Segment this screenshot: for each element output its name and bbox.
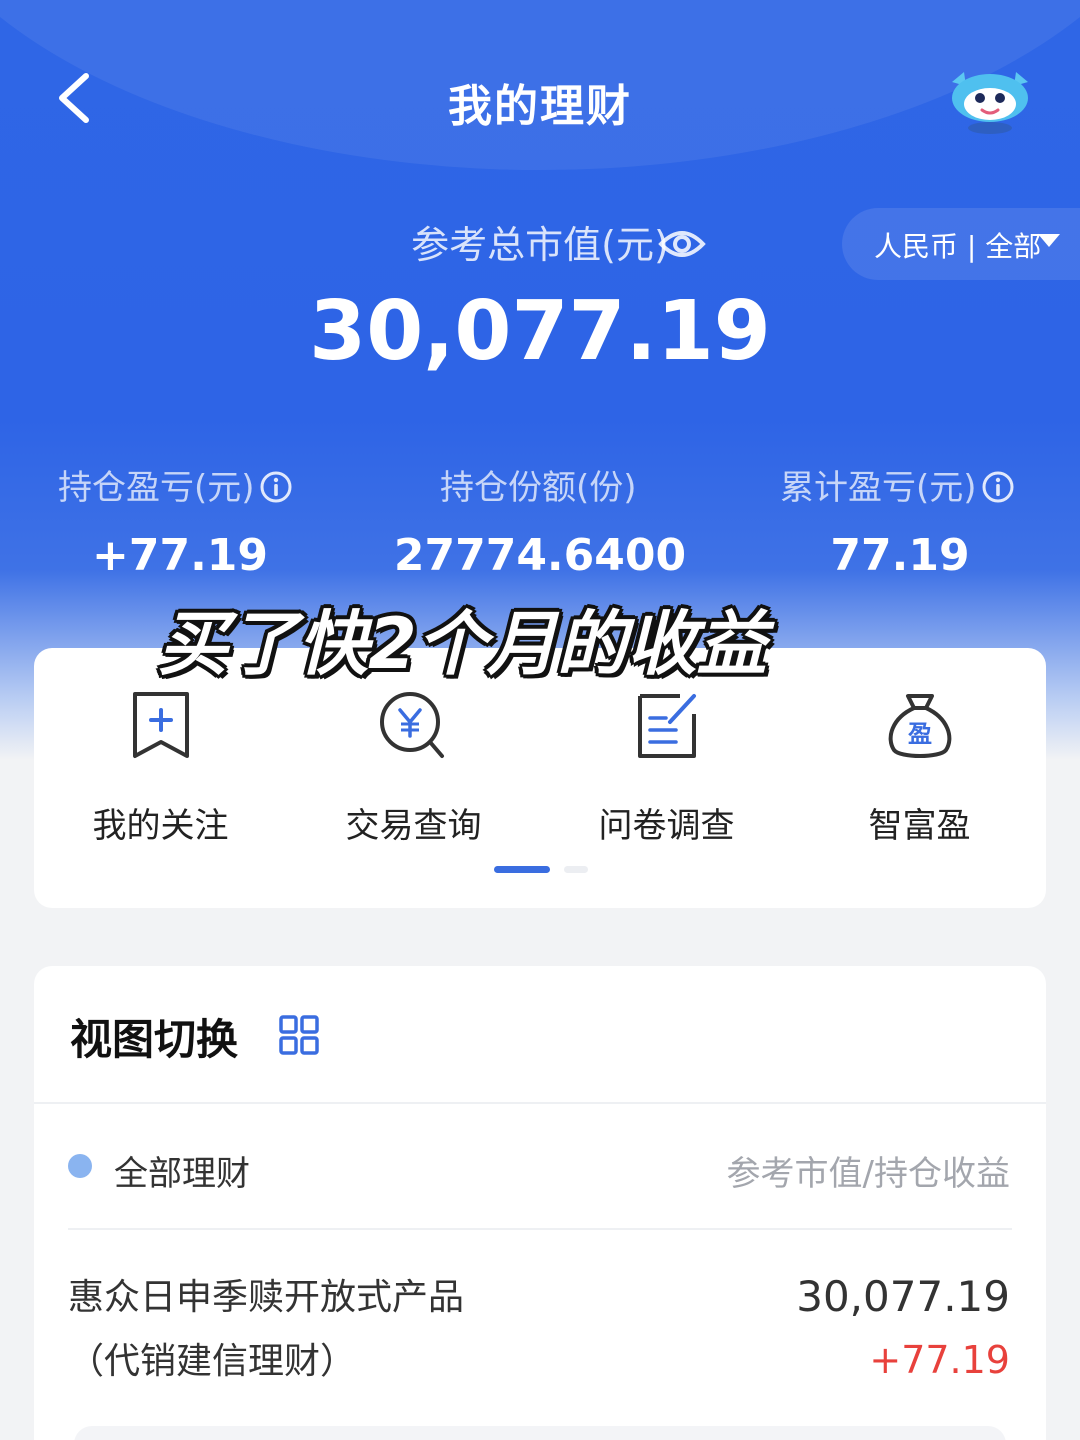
money-bag-icon-text: 盈 [907, 720, 932, 748]
position-pnl-value: +77.19 [91, 530, 269, 581]
menu-item-label: 问卷调查 [598, 806, 735, 846]
page-indicator-inactive[interactable] [564, 866, 588, 873]
mascot-avatar[interactable] [944, 68, 1036, 134]
column-header: 参考市值/持仓收益 [726, 1154, 1010, 1194]
currency-filter-dropdown[interactable]: 人民币 | 全部 [842, 208, 1080, 280]
position-shares-value: 27774.6400 [393, 530, 687, 581]
portfolio-card: 视图切换 全部理财 参考市值/持仓收益 惠众日申季赎开放式产品（代销建信理财） … [34, 966, 1046, 1440]
cumulative-pnl-label-text: 累计盈亏(元) [780, 468, 977, 508]
filter-dot-icon [68, 1154, 92, 1178]
next-row-placeholder [74, 1426, 1006, 1440]
menu-item-label: 智富盈 [868, 806, 971, 846]
eye-icon [658, 231, 706, 257]
filter-all-products[interactable]: 全部理财 [114, 1146, 250, 1195]
menu-item-my-follow[interactable]: 我的关注 [34, 688, 287, 858]
product-market-value: 30,077.19 [796, 1272, 1010, 1321]
divider [34, 1102, 1046, 1104]
visibility-toggle[interactable] [658, 224, 706, 264]
page-title: 我的理财 [448, 81, 632, 132]
currency-filter-label: 人民币 | 全部 [874, 230, 1042, 263]
view-switch-title: 视图切换 [70, 1015, 239, 1064]
grid-view-icon[interactable] [278, 1014, 320, 1056]
caret-down-icon [1038, 234, 1060, 247]
product-name: 惠众日申季赎开放式产品（代销建信理财） [68, 1277, 465, 1382]
overlay-caption: 买了快2个月的收益 [158, 603, 767, 685]
yuan-search-icon [379, 692, 444, 758]
menu-item-transaction-query[interactable]: 交易查询 [287, 688, 540, 858]
page-indicator-active [494, 866, 550, 873]
menu-item-label: 交易查询 [345, 806, 482, 846]
cumulative-pnl-value: 77.19 [830, 530, 970, 581]
menu-item-survey[interactable]: 问卷调查 [540, 688, 793, 858]
info-icon[interactable] [259, 470, 293, 504]
position-pnl-label: 持仓盈亏(元) [58, 460, 293, 509]
product-gain: +77.19 [869, 1338, 1010, 1382]
total-market-value: 30,077.19 [309, 284, 771, 379]
mascot-icon [952, 72, 1028, 134]
survey-edit-icon [637, 694, 696, 758]
divider [68, 1228, 1012, 1230]
bookmark-plus-icon [132, 692, 189, 758]
position-shares-label: 持仓份额(份) [440, 468, 637, 508]
cumulative-pnl-label: 累计盈亏(元) [780, 460, 1015, 509]
position-pnl-label-text: 持仓盈亏(元) [58, 468, 255, 508]
info-icon[interactable] [981, 470, 1015, 504]
money-bag-icon: 盈 [888, 694, 951, 758]
menu-item-zhifuying[interactable]: 盈 智富盈 [793, 688, 1046, 858]
menu-item-label: 我的关注 [92, 806, 229, 846]
